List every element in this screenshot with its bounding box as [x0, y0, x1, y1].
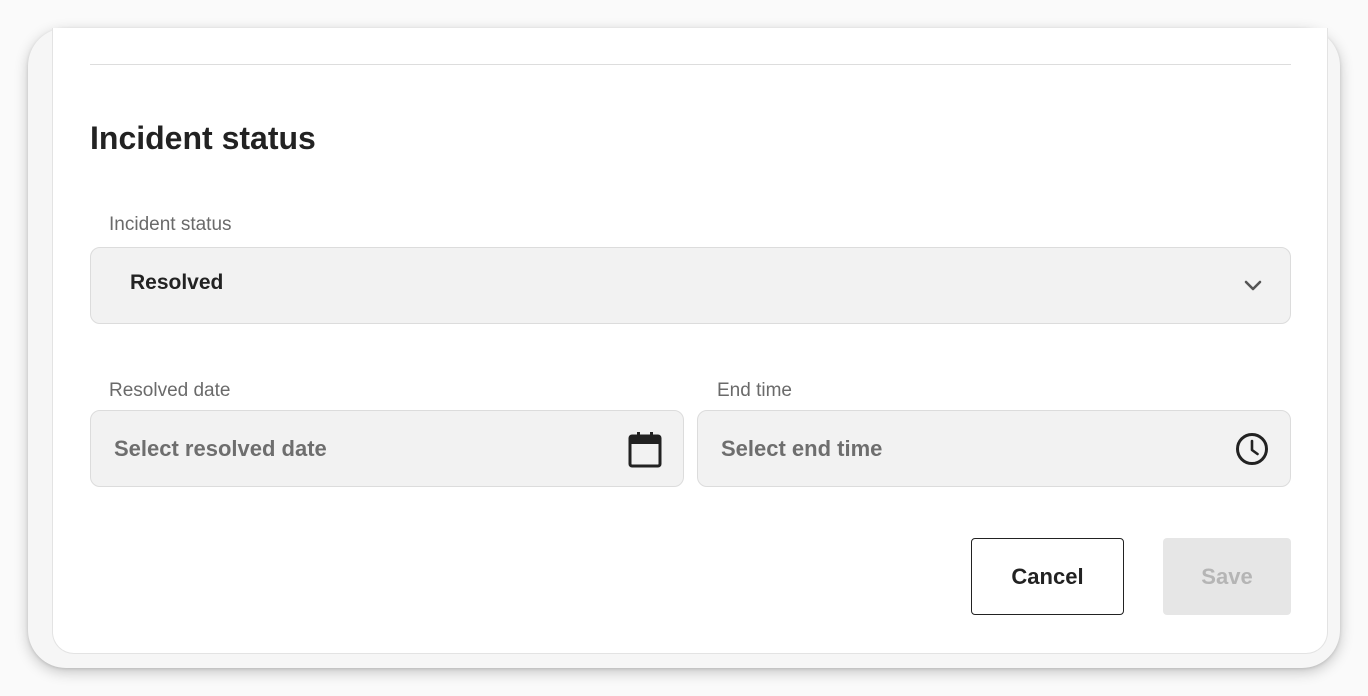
resolved-date-label: Resolved date — [109, 380, 231, 401]
end-time-placeholder: Select end time — [721, 436, 883, 461]
calendar-icon[interactable] — [628, 431, 662, 468]
section-divider — [90, 64, 1291, 65]
section-title: Incident status — [90, 120, 316, 156]
end-time-label: End time — [717, 380, 792, 401]
chevron-down-icon — [1244, 280, 1262, 291]
resolved-date-placeholder: Select resolved date — [114, 436, 327, 461]
clock-icon[interactable] — [1235, 432, 1269, 466]
save-button[interactable]: Save — [1163, 538, 1291, 615]
incident-status-label: Incident status — [109, 214, 232, 235]
cancel-button[interactable]: Cancel — [971, 538, 1124, 615]
incident-status-select[interactable]: Resolved — [90, 247, 1291, 324]
incident-status-value: Resolved — [130, 271, 224, 294]
resolved-date-input[interactable]: Select resolved date — [90, 410, 684, 487]
end-time-input[interactable]: Select end time — [697, 410, 1291, 487]
